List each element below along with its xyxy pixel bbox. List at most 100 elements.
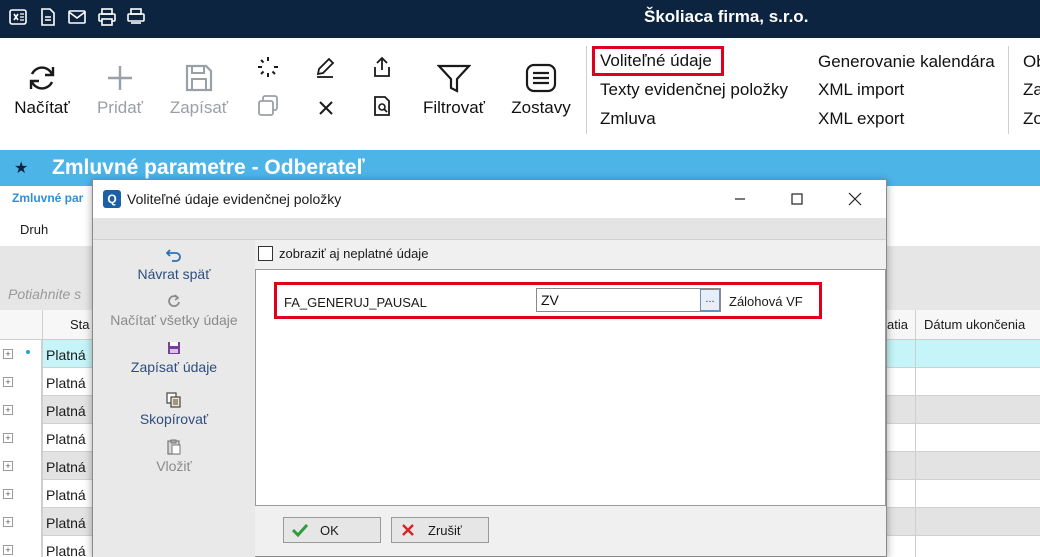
edit-pencil-icon[interactable] <box>312 54 338 80</box>
copy-action[interactable]: Skopírovať <box>93 391 255 427</box>
show-invalid-label: zobraziť aj neplatné údaje <box>279 246 429 261</box>
column-header-end-date[interactable]: Dátum ukončenia <box>924 317 1025 332</box>
ok-label: OK <box>320 522 339 538</box>
ribbon: Načítať Pridať Zapísať Filtrovať Zostavy… <box>0 38 1040 150</box>
document-icon[interactable] <box>38 7 58 27</box>
maximize-icon[interactable] <box>786 188 808 210</box>
find-document-icon[interactable] <box>369 93 395 119</box>
druh-label: Druh <box>20 222 49 237</box>
dialog-footer: OK Zrušiť <box>255 506 886 556</box>
calendar-generation-link[interactable]: Generovanie kalendára <box>818 52 995 72</box>
filter-button[interactable]: Filtrovať <box>418 58 490 118</box>
load-all-label: Načítať všetky údaje <box>110 312 238 328</box>
dialog-subbar <box>93 218 886 240</box>
expand-row-icon[interactable]: + <box>3 349 13 359</box>
close-x-icon[interactable] <box>313 95 339 121</box>
loading-spinner-icon[interactable] <box>255 54 281 80</box>
dialog-title: Voliteľné údaje evidenčnej položky <box>127 191 342 207</box>
print-preview-icon[interactable] <box>126 7 146 27</box>
column-divider <box>42 310 43 557</box>
ribbon-link-cut-1[interactable]: Ob <box>1023 52 1040 72</box>
minimize-icon[interactable] <box>729 188 751 210</box>
row-status: Platná <box>46 543 86 557</box>
filter-label: Filtrovať <box>422 98 486 117</box>
undo-arrow-icon <box>93 246 255 264</box>
floppy-icon <box>93 339 255 357</box>
refresh-button[interactable]: Načítať <box>10 58 74 118</box>
column-divider <box>915 310 916 557</box>
funnel-icon <box>418 58 490 98</box>
favorite-star-icon[interactable]: ★ <box>14 158 28 178</box>
optional-data-dialog: Q Voliteľné údaje evidenčnej položky Náv… <box>92 179 887 557</box>
ok-button[interactable]: OK <box>283 517 381 543</box>
ribbon-divider <box>1008 46 1009 134</box>
row-status: Platná <box>46 515 86 531</box>
add-button[interactable]: Pridať <box>90 58 150 118</box>
save-data-label: Zapísať údaje <box>130 359 218 375</box>
column-header-status[interactable]: Sta <box>70 317 90 332</box>
ribbon-link-cut-2[interactable]: Za <box>1023 80 1040 100</box>
item-texts-link[interactable]: Texty evidenčnej položky <box>600 80 788 100</box>
reports-list-icon <box>505 58 577 98</box>
expand-row-icon[interactable]: + <box>3 545 13 555</box>
expand-row-icon[interactable]: + <box>3 489 13 499</box>
dialog-action-panel: Návrat späť Načítať všetky údaje Zapísať… <box>93 240 255 557</box>
expand-row-icon[interactable]: + <box>3 433 13 443</box>
cancel-button[interactable]: Zrušiť <box>391 517 489 543</box>
xml-import-link[interactable]: XML import <box>818 80 904 100</box>
xml-export-link[interactable]: XML export <box>818 109 904 129</box>
row-status: Platná <box>46 431 86 447</box>
optional-data-link[interactable]: Voliteľné údaje <box>592 46 724 76</box>
paste-action[interactable]: Vložiť <box>93 438 255 474</box>
checkmark-icon <box>292 522 308 538</box>
page-title: Zmluvné parametre - Odberateľ <box>52 156 365 179</box>
expand-row-icon[interactable]: + <box>3 405 13 415</box>
copy-icon <box>93 391 255 409</box>
lookup-button[interactable]: ... <box>700 289 720 311</box>
show-invalid-checkbox[interactable] <box>258 246 273 261</box>
column-header-start[interactable]: atia <box>887 317 908 332</box>
plus-icon <box>90 58 150 98</box>
row-status: Platná <box>46 487 86 503</box>
expand-row-icon[interactable]: + <box>3 461 13 471</box>
print-icon[interactable] <box>97 7 117 27</box>
copy-icon[interactable] <box>255 93 281 119</box>
show-invalid-toggle[interactable]: zobraziť aj neplatné údaje <box>258 246 428 261</box>
refresh-label: Načítať <box>14 98 70 117</box>
row-status: Platná <box>46 403 86 419</box>
close-icon[interactable] <box>844 188 866 210</box>
optional-data-panel: FA_GENERUJ_PAUSAL ... Zálohová VF <box>255 269 886 506</box>
copy-label: Skopírovať <box>139 411 209 427</box>
reports-button[interactable]: Zostavy <box>505 58 577 118</box>
current-row-dot-icon <box>26 350 30 354</box>
share-upload-icon[interactable] <box>369 54 395 80</box>
field-name: FA_GENERUJ_PAUSAL <box>284 295 427 310</box>
cancel-label: Zrušiť <box>428 522 462 538</box>
ribbon-divider <box>586 46 587 134</box>
save-label: Zapísať <box>169 98 229 117</box>
field-value-description: Zálohová VF <box>729 294 803 309</box>
breadcrumb[interactable]: Zmluvné par <box>12 191 83 205</box>
expand-row-icon[interactable]: + <box>3 377 13 387</box>
reload-icon <box>93 292 255 310</box>
optional-field-row: FA_GENERUJ_PAUSAL ... Zálohová VF <box>274 282 822 319</box>
dialog-titlebar[interactable]: Q Voliteľné údaje evidenčnej položky <box>93 180 886 218</box>
app-logo-icon: Q <box>103 190 121 208</box>
expand-row-icon[interactable]: + <box>3 517 13 527</box>
save-data-action[interactable]: Zapísať údaje <box>93 339 255 375</box>
go-back-action[interactable]: Návrat späť <box>93 246 255 282</box>
reports-label: Zostavy <box>511 98 571 117</box>
row-status: Platná <box>46 347 86 363</box>
mail-icon[interactable] <box>67 7 87 27</box>
cancel-x-icon <box>400 522 416 538</box>
contract-link[interactable]: Zmluva <box>600 109 656 129</box>
paste-label: Vložiť <box>156 458 192 474</box>
row-status: Platná <box>46 375 86 391</box>
floppy-icon <box>164 58 234 98</box>
load-all-action[interactable]: Načítať všetky údaje <box>93 292 255 328</box>
company-name: Školiaca firma, s.r.o. <box>644 7 809 26</box>
save-button[interactable]: Zapísať <box>164 58 234 118</box>
field-value-input[interactable] <box>536 288 721 312</box>
ribbon-link-cut-3[interactable]: Zo <box>1023 109 1040 129</box>
excel-icon[interactable] <box>8 7 28 27</box>
